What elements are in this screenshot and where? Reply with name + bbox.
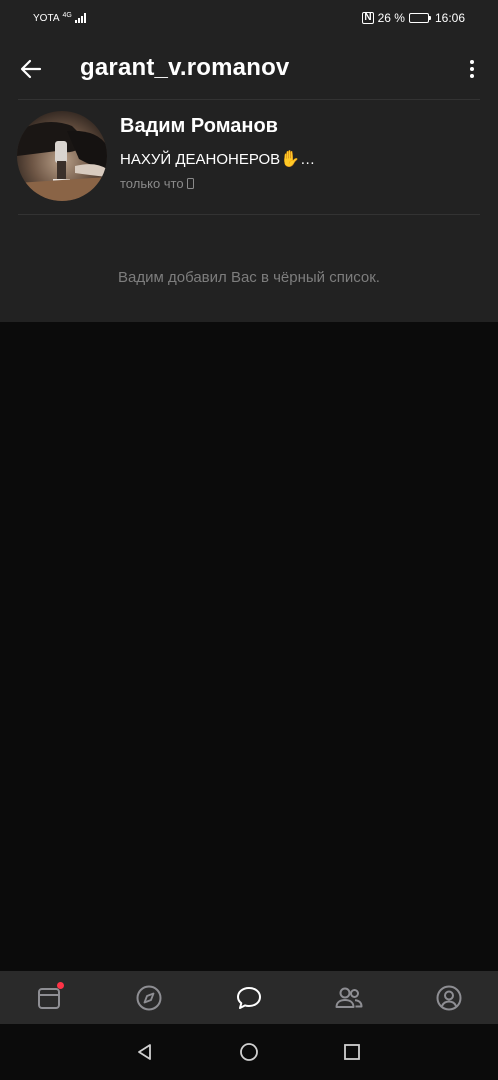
last-seen-text: только что [120,176,184,191]
carrier-label: YOTA [33,12,60,24]
profile-divider [18,214,480,215]
system-back-button[interactable] [133,1040,157,1064]
status-left: YOTA 4G [33,11,86,24]
notification-badge [57,982,64,989]
clock: 16:06 [434,11,465,25]
dot [470,67,474,71]
messages-icon [237,987,261,1009]
arrow-left-icon [20,59,42,79]
screen: YOTA 4G N 26 % 16:06 garant_v.romanov Ва… [0,0,498,1080]
friends-icon [335,987,363,1008]
dot [470,74,474,78]
profile-name[interactable]: Вадим Романов [120,115,278,138]
battery-icon [408,13,431,23]
blacklist-message: Вадим добавил Вас в чёрный список. [118,269,380,286]
mobile-phone-icon [186,178,194,189]
android-nav-bar [0,1024,498,1080]
triangle-back-icon [138,1044,151,1060]
compass-icon [136,985,162,1011]
dot [470,60,474,64]
status-ellipsis: … [300,151,316,168]
battery-percent: 26 % [377,11,405,25]
avatar-image [17,111,107,201]
status-right: N 26 % 16:06 [362,11,465,25]
tab-bar [0,971,498,1024]
news-icon [38,988,60,1009]
raised-hand-emoji: ✋ [280,151,301,168]
header: garant_v.romanov [0,36,498,100]
back-button[interactable] [16,54,46,84]
system-home-button[interactable] [237,1040,261,1064]
square-recents-icon [344,1044,360,1060]
tab-messages[interactable] [234,983,264,1013]
profile-status: НАХУЙ ДЕАНОНЕРОВ✋… [120,149,315,169]
tab-friends[interactable] [334,983,364,1013]
tab-news[interactable] [34,982,64,1013]
chat-content: Вадим Романов НАХУЙ ДЕАНОНЕРОВ✋… только … [0,100,498,322]
last-seen-row: только что [120,176,194,191]
more-button[interactable] [460,54,484,84]
network-type-label: 4G [62,11,72,19]
nfc-icon: N [362,12,374,24]
header-title: garant_v.romanov [80,54,290,81]
profile-icon [436,985,462,1011]
tab-profile[interactable] [434,983,464,1013]
circle-home-icon [240,1043,258,1061]
signal-icon [74,13,86,23]
status-bar: YOTA 4G N 26 % 16:06 [0,0,498,36]
tab-explore[interactable] [134,983,164,1013]
system-recents-button[interactable] [340,1040,364,1064]
status-text: НАХУЙ ДЕАНОНЕРОВ [120,151,281,168]
avatar[interactable] [17,111,107,201]
